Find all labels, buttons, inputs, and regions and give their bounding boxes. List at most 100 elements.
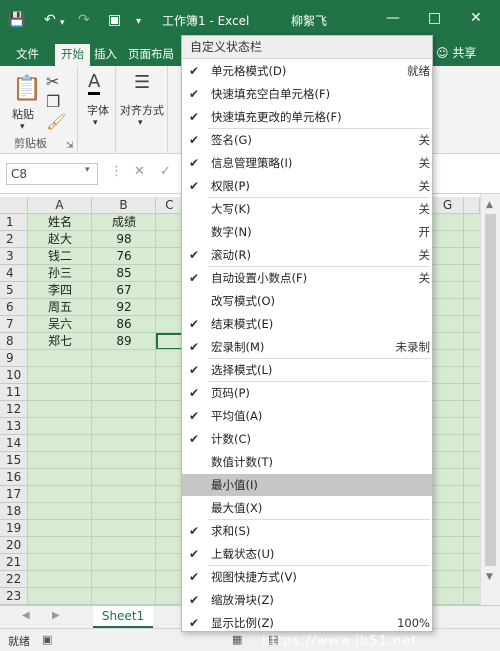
customize-toolbar-icon[interactable]: ▾ — [136, 13, 141, 31]
column-header[interactable]: A — [28, 197, 92, 214]
row-header[interactable]: 3 — [0, 248, 28, 265]
menu-item[interactable]: ✔ 计数(C) — [182, 428, 432, 450]
row-header[interactable]: 23 — [0, 588, 28, 605]
cut-icon[interactable]: ✂ — [46, 72, 59, 91]
sheet-tab-sheet1[interactable]: Sheet1 — [93, 606, 153, 628]
column-header[interactable]: C — [156, 197, 184, 214]
paste-dropdown-icon[interactable]: ▾ — [20, 122, 25, 132]
name-box-dropdown-icon[interactable]: ▾ — [85, 165, 90, 175]
cell[interactable]: 吴六 — [28, 316, 92, 333]
paste-icon[interactable]: 📋 — [12, 74, 42, 102]
format-painter-icon[interactable]: 🖌 — [46, 112, 66, 131]
menu-item[interactable]: ✔ 视图快捷方式(V) — [182, 566, 432, 588]
cancel-icon[interactable]: ✕ — [134, 164, 145, 179]
vertical-scrollbar[interactable]: ▲ ▼ — [480, 194, 500, 605]
row-header[interactable]: 21 — [0, 554, 28, 571]
menu-item[interactable]: ✔ 快速填充更改的单元格(F) — [182, 106, 432, 128]
row-header[interactable]: 11 — [0, 384, 28, 401]
row-header[interactable]: 18 — [0, 503, 28, 520]
minimize-icon[interactable]: — — [386, 10, 400, 26]
menu-item[interactable]: ✔ 宏录制(M) 未录制 — [182, 336, 432, 358]
column-header[interactable]: B — [92, 197, 156, 214]
cell[interactable]: 姓名 — [28, 214, 92, 231]
maximize-icon[interactable]: □ — [428, 10, 441, 26]
row-header[interactable]: 9 — [0, 350, 28, 367]
column-header[interactable] — [464, 197, 480, 214]
menu-item[interactable]: ✔ 信息管理策略(I) 关 — [182, 152, 432, 174]
menu-item[interactable]: ✔ 上载状态(U) — [182, 543, 432, 565]
row-header[interactable]: 5 — [0, 282, 28, 299]
cell[interactable]: 92 — [92, 299, 156, 316]
menu-item[interactable]: ✔ 滚动(R) 关 — [182, 244, 432, 266]
scroll-up-icon[interactable]: ▲ — [486, 200, 493, 210]
cell[interactable]: 76 — [92, 248, 156, 265]
menu-item[interactable]: ✔ 快速填充空白单元格(F) — [182, 83, 432, 105]
scroll-thumb[interactable] — [485, 214, 496, 566]
row-header[interactable]: 12 — [0, 401, 28, 418]
row-header[interactable]: 4 — [0, 265, 28, 282]
camera-icon[interactable]: ▣ — [108, 11, 121, 29]
undo-icon[interactable]: ↶ — [44, 11, 56, 29]
scroll-down-icon[interactable]: ▼ — [486, 572, 493, 582]
menu-item[interactable]: ✔ 签名(G) 关 — [182, 129, 432, 151]
menu-item[interactable]: ✔ 自动设置小数点(F) 关 — [182, 267, 432, 289]
row-header[interactable]: 13 — [0, 418, 28, 435]
select-all-corner[interactable] — [0, 197, 28, 214]
font-dropdown-icon[interactable]: ▾ — [93, 118, 98, 128]
next-sheet-icon[interactable]: ▶ — [52, 610, 60, 621]
share-button[interactable]: ☺ 共享 — [436, 44, 476, 61]
menu-item[interactable]: ✔ 缩放滑块(Z) — [182, 589, 432, 611]
row-header[interactable]: 8 — [0, 333, 28, 350]
cell[interactable]: 周五 — [28, 299, 92, 316]
cell[interactable]: 67 — [92, 282, 156, 299]
redo-icon[interactable]: ↷ — [78, 11, 90, 29]
save-icon[interactable]: 💾 — [8, 11, 25, 29]
menu-item[interactable]: ✔ 单元格模式(D) 就绪 — [182, 60, 432, 82]
cell[interactable]: 89 — [92, 333, 156, 350]
menu-item[interactable]: 最小值(I) — [182, 474, 432, 496]
row-header[interactable]: 2 — [0, 231, 28, 248]
cell[interactable]: 成绩 — [92, 214, 156, 231]
row-header[interactable]: 19 — [0, 520, 28, 537]
row-header[interactable]: 1 — [0, 214, 28, 231]
paste-label[interactable]: 粘贴 — [12, 106, 34, 122]
menu-item[interactable]: 数字(N) 开 — [182, 221, 432, 243]
tab-insert[interactable]: 插入 — [88, 44, 123, 66]
menu-item[interactable]: ✔ 选择模式(L) — [182, 359, 432, 381]
menu-item[interactable]: ✔ 结束模式(E) — [182, 313, 432, 335]
cell[interactable]: 98 — [92, 231, 156, 248]
align-icon[interactable]: ☰ — [134, 72, 150, 93]
row-header[interactable]: 20 — [0, 537, 28, 554]
menu-item[interactable]: ✔ 权限(P) 关 — [182, 175, 432, 197]
user-name[interactable]: 柳絮飞 — [291, 12, 327, 29]
macro-record-icon[interactable]: ▣ — [42, 633, 52, 646]
row-header[interactable]: 10 — [0, 367, 28, 384]
row-header[interactable]: 14 — [0, 435, 28, 452]
prev-sheet-icon[interactable]: ◀ — [22, 610, 30, 621]
row-header[interactable]: 15 — [0, 452, 28, 469]
menu-item[interactable]: ✔ 求和(S) — [182, 520, 432, 542]
alignment-dropdown-icon[interactable]: ▾ — [138, 118, 143, 128]
cell[interactable]: 钱二 — [28, 248, 92, 265]
row-header[interactable]: 17 — [0, 486, 28, 503]
menu-item[interactable]: 数值计数(T) — [182, 451, 432, 473]
menu-item[interactable]: 大写(K) 关 — [182, 198, 432, 220]
menu-item[interactable]: ✔ 页码(P) — [182, 382, 432, 404]
tab-file[interactable]: 文件 — [10, 44, 45, 66]
normal-view-icon[interactable]: ▦ — [232, 633, 242, 646]
alignment-label[interactable]: 对齐方式 — [120, 102, 164, 118]
clipboard-launcher-icon[interactable]: ⇲ — [66, 141, 74, 151]
close-icon[interactable]: ✕ — [470, 10, 482, 26]
cell[interactable]: 郑七 — [28, 333, 92, 350]
row-header[interactable]: 16 — [0, 469, 28, 486]
menu-item[interactable]: ✔ 平均值(A) — [182, 405, 432, 427]
menu-item[interactable]: 最大值(X) — [182, 497, 432, 519]
cell[interactable]: 赵大 — [28, 231, 92, 248]
font-label[interactable]: 字体 — [87, 102, 109, 118]
menu-item[interactable]: 改写模式(O) — [182, 290, 432, 312]
tab-home[interactable]: 开始 — [55, 44, 90, 66]
row-header[interactable]: 22 — [0, 571, 28, 588]
cell[interactable]: 孙三 — [28, 265, 92, 282]
cell[interactable]: 李四 — [28, 282, 92, 299]
cell[interactable]: 86 — [92, 316, 156, 333]
